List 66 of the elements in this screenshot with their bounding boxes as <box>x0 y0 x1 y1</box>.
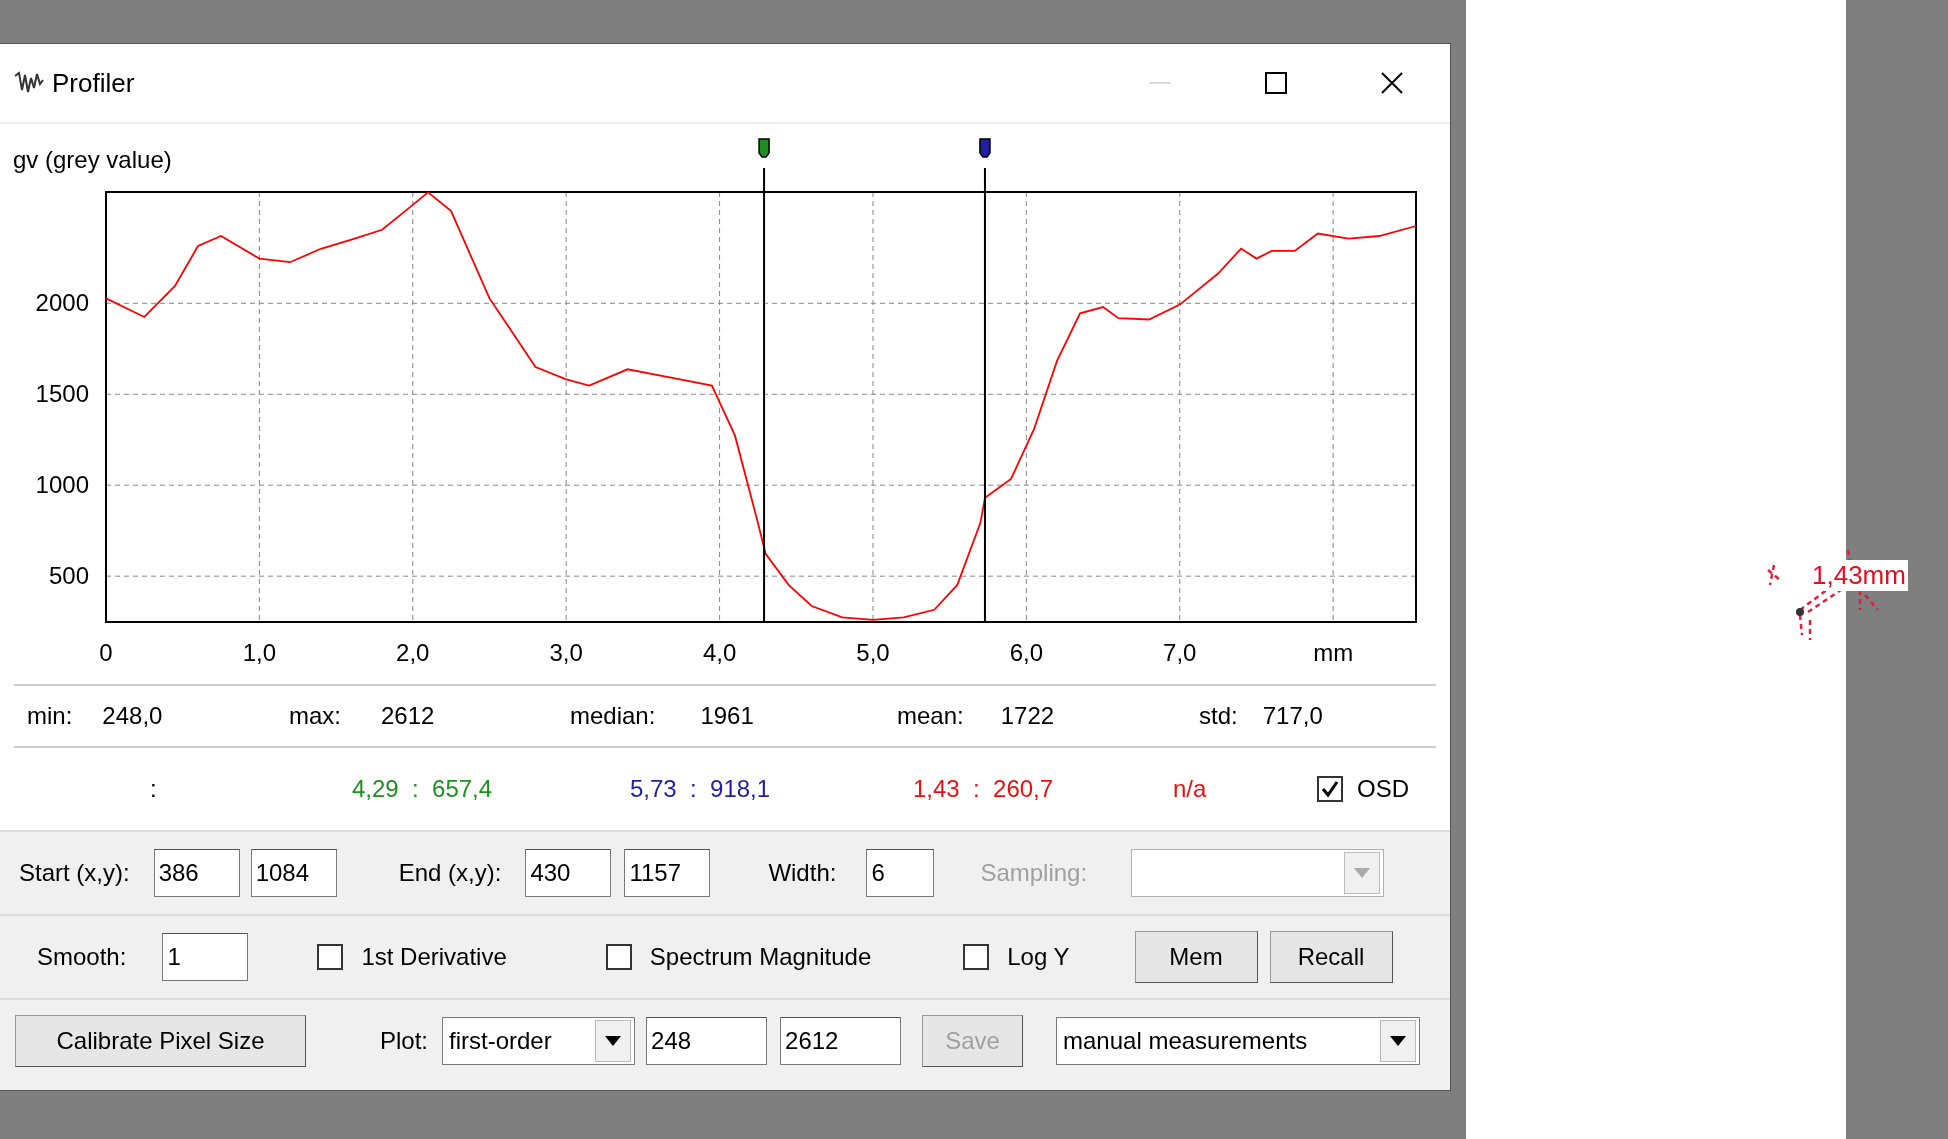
stat-label: median: <box>570 702 656 730</box>
checkbox[interactable] <box>963 944 990 970</box>
tick-label: 3,0 <box>549 639 583 666</box>
range-max-field[interactable]: 2612 <box>780 1017 902 1065</box>
window-title: Profiler <box>52 67 136 99</box>
axis-title: gv (grey value) <box>13 146 172 173</box>
recall-button[interactable]: Recall <box>1269 931 1393 983</box>
stat-label: mean: <box>897 702 964 730</box>
marker-reading: 4,29 : 657,4 <box>352 775 493 803</box>
marker-reading: n/a <box>1173 775 1207 803</box>
mem-button[interactable]: Mem <box>1134 931 1258 983</box>
marker-reading: : <box>150 775 157 803</box>
sampling-label: Sampling: <box>980 859 1088 887</box>
plot-dropdown[interactable]: first-order <box>442 1017 636 1065</box>
tick-label: 500 <box>48 562 89 590</box>
measurement-label: 1,43mm <box>1810 560 1908 591</box>
tick-label: 5,0 <box>856 639 890 666</box>
option-label: Log Y <box>1007 943 1070 971</box>
tick-label: 0 <box>99 639 113 666</box>
option-label: Spectrum Magnitude <box>649 943 872 971</box>
stat-label: std: <box>1199 702 1238 730</box>
stat-value: 248,0 <box>102 702 163 730</box>
start-x-field[interactable]: 386 <box>153 849 240 897</box>
width-field[interactable]: 6 <box>866 849 935 897</box>
checkbox[interactable] <box>1317 776 1343 802</box>
marker-reading: 5,73 : 918,1 <box>630 775 771 803</box>
stat-value: 717,0 <box>1262 702 1323 730</box>
tick-label: 4,0 <box>702 639 737 666</box>
end-y-field[interactable]: 1157 <box>624 849 711 897</box>
checkbox[interactable] <box>605 944 632 970</box>
tick-label: 6,0 <box>1009 639 1044 666</box>
stat-value: 1961 <box>700 702 754 730</box>
marker-reading: 1,43 : 260,7 <box>913 775 1054 803</box>
option-label: 1st Derivative <box>361 943 507 971</box>
tick-label: 1500 <box>35 380 89 408</box>
mode-dropdown[interactable]: manual measurements <box>1056 1017 1421 1065</box>
close-icon <box>1381 72 1403 94</box>
tick-label: mm <box>1313 639 1354 666</box>
end-x-field[interactable]: 430 <box>525 849 612 897</box>
stat-value: 2612 <box>381 702 435 730</box>
checkbox[interactable] <box>317 944 344 970</box>
start-label: Start (x,y): <box>19 859 130 887</box>
plot-label: Plot: <box>380 1027 429 1055</box>
tick-label: 1000 <box>35 471 89 499</box>
smooth-label: Smooth: <box>37 943 127 971</box>
tick-label: 7,0 <box>1163 639 1197 666</box>
stat-label: min: <box>27 702 73 730</box>
width-label: Width: <box>768 859 837 887</box>
tick-label: 2000 <box>35 289 89 317</box>
stat-label: max: <box>289 702 341 730</box>
tick-label: 2,0 <box>396 639 430 666</box>
tick-label: 1,0 <box>242 639 277 666</box>
smooth-field[interactable]: 1 <box>162 933 249 981</box>
cursor-line[interactable] <box>758 138 770 623</box>
start-y-field[interactable]: 1084 <box>250 849 337 897</box>
caret-icon <box>1354 868 1371 878</box>
range-min-field[interactable]: 248 <box>646 1017 768 1065</box>
calibrate-button[interactable]: Calibrate Pixel Size <box>15 1015 306 1067</box>
minimize-icon <box>1149 81 1171 85</box>
caret-icon <box>1390 1036 1407 1046</box>
end-label: End (x,y): <box>398 859 502 887</box>
cursor-line[interactable] <box>979 138 991 623</box>
maximize-icon <box>1265 72 1287 94</box>
stat-value: 1722 <box>1000 702 1055 730</box>
caret-icon <box>605 1036 622 1046</box>
osd-label: OSD <box>1357 775 1409 803</box>
